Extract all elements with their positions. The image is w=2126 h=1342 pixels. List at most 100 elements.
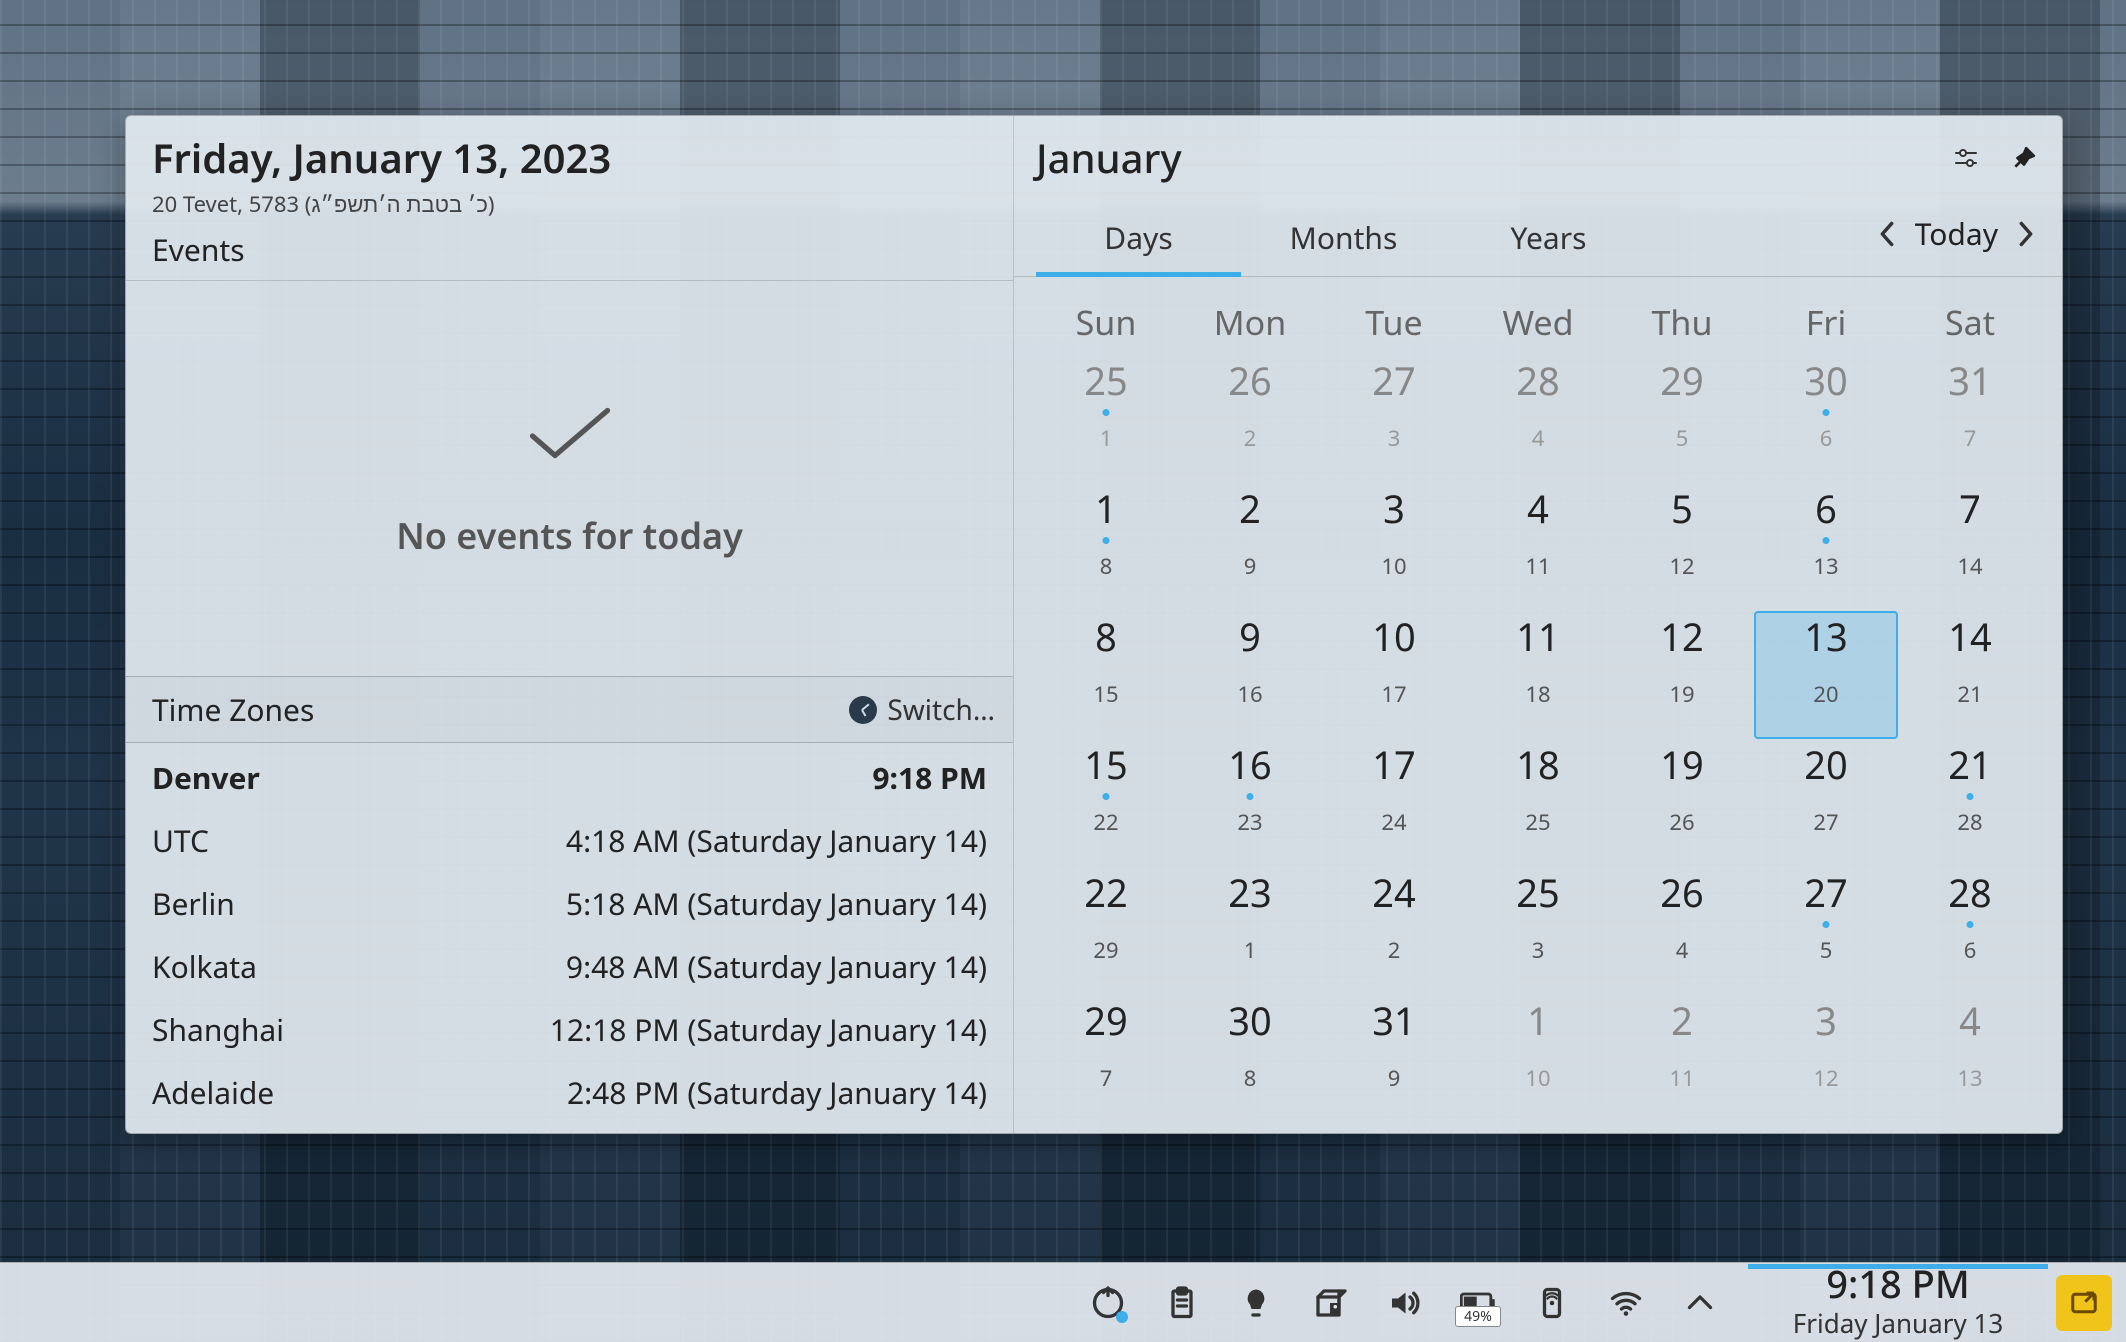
calendar-day[interactable]: 1926 <box>1610 739 1754 867</box>
calendar-day[interactable]: 1017 <box>1322 611 1466 739</box>
calendar-day-number: 1 <box>1095 489 1117 531</box>
calendar-nav: Today <box>1873 213 2040 266</box>
calendar-day-alt: 9 <box>1244 551 1257 581</box>
calendar-day[interactable]: 714 <box>1898 483 2042 611</box>
calendar-day[interactable]: 413 <box>1898 995 2042 1123</box>
calendar-day-alt: 11 <box>1525 551 1550 581</box>
calendar-day[interactable]: 815 <box>1034 611 1178 739</box>
calendar-day[interactable]: 4 11 <box>1466 483 1610 611</box>
taskbar-clock[interactable]: 9:18 PM Friday January 13 <box>1748 1265 2048 1341</box>
calendar-day[interactable]: 2027 <box>1754 739 1898 867</box>
calendar-day-alt: 2 <box>1244 423 1257 453</box>
calendar-day[interactable]: 262 <box>1178 355 1322 483</box>
calendar-day-number: 7 <box>1959 489 1981 531</box>
calendar-day-number: 25 <box>1516 873 1559 915</box>
volume-icon[interactable] <box>1382 1281 1426 1325</box>
calendar-day-number: 4 <box>1527 489 1549 531</box>
wifi-icon[interactable] <box>1604 1281 1648 1325</box>
calendar-day[interactable]: 2128 <box>1898 739 2042 867</box>
dow-header: Fri <box>1754 285 1898 355</box>
calendar-day[interactable]: 275 <box>1754 867 1898 995</box>
timezone-row[interactable]: Shanghai12:18 PM (Saturday January 14) <box>152 1009 987 1050</box>
calendar-day[interactable]: 310 <box>1322 483 1466 611</box>
event-dot-icon <box>1823 921 1830 928</box>
calendar-day[interactable]: 512 <box>1610 483 1754 611</box>
vault-icon[interactable] <box>1308 1281 1352 1325</box>
calendar-day[interactable]: 613 <box>1754 483 1898 611</box>
calendar-day-alt: 12 <box>1813 1063 1838 1093</box>
taskbar: 49% 9:18 PM Friday January 13 <box>0 1262 2126 1342</box>
calendar-header: January <box>1014 116 2062 185</box>
calendar-day-alt: 4 <box>1532 423 1545 453</box>
calendar-day[interactable]: 1522 <box>1034 739 1178 867</box>
calendar-day[interactable]: 1320 <box>1754 611 1898 739</box>
calendar-day[interactable]: 1825 <box>1466 739 1610 867</box>
calendar-day[interactable]: 1219 <box>1610 611 1754 739</box>
calendar-day[interactable]: 308 <box>1178 995 1322 1123</box>
calendar-day[interactable]: 306 <box>1754 355 1898 483</box>
timezone-row[interactable]: UTC4:18 AM (Saturday January 14) <box>152 820 987 861</box>
tab-years[interactable]: Years <box>1446 203 1651 276</box>
kdeconnect-icon[interactable] <box>1530 1281 1574 1325</box>
tab-days[interactable]: Days <box>1036 203 1241 276</box>
timezones-switch-button[interactable]: Switch… <box>849 691 995 729</box>
clipboard-icon[interactable] <box>1160 1281 1204 1325</box>
calendar-day[interactable]: 2229 <box>1034 867 1178 995</box>
calendar-day[interactable]: 297 <box>1034 995 1178 1123</box>
timezone-row[interactable]: Kolkata9:48 AM (Saturday January 14) <box>152 946 987 987</box>
battery-icon[interactable]: 49% <box>1456 1281 1500 1325</box>
calendar-day[interactable]: 284 <box>1466 355 1610 483</box>
timezone-row[interactable]: Berlin5:18 AM (Saturday January 14) <box>152 883 987 924</box>
calendar-day[interactable]: 286 <box>1898 867 2042 995</box>
calendar-day-number: 25 <box>1084 361 1127 403</box>
show-desktop-button[interactable] <box>2056 1275 2112 1331</box>
timezone-city: Kolkata <box>152 946 257 987</box>
event-dot-icon <box>1103 409 1110 416</box>
calendar-day-number: 6 <box>1815 489 1837 531</box>
calendar-day-number: 2 <box>1239 489 1261 531</box>
prev-month-button[interactable] <box>1873 220 1901 248</box>
calendar-day[interactable]: 251 <box>1034 355 1178 483</box>
calendar-day[interactable]: 1623 <box>1178 739 1322 867</box>
calendar-day[interactable]: 916 <box>1178 611 1322 739</box>
next-month-button[interactable] <box>2012 220 2040 248</box>
timezones-heading: Time Zones <box>152 689 314 730</box>
today-button[interactable]: Today <box>1915 213 1998 254</box>
calendar-day[interactable]: 253 <box>1466 867 1610 995</box>
calendar-day[interactable]: 1724 <box>1322 739 1466 867</box>
selected-date-alt: 20 Tevet, 5783 (כ׳ בטבת ה׳תשפ״ג) <box>152 189 987 219</box>
configure-icon[interactable] <box>1950 142 1982 174</box>
tray-expand-icon[interactable] <box>1678 1281 1722 1325</box>
calendar-day[interactable]: 1421 <box>1898 611 2042 739</box>
pin-icon[interactable] <box>2008 142 2040 174</box>
calendar-day[interactable]: 317 <box>1898 355 2042 483</box>
timezone-row[interactable]: Denver9:18 PM <box>152 757 987 798</box>
calendar-day-number: 5 <box>1671 489 1693 531</box>
calendar-day[interactable]: 231 <box>1178 867 1322 995</box>
tab-months[interactable]: Months <box>1241 203 1446 276</box>
calendar-day[interactable]: 273 <box>1322 355 1466 483</box>
calendar-day[interactable]: 264 <box>1610 867 1754 995</box>
calendar-day[interactable]: 110 <box>1466 995 1610 1123</box>
calendar-day[interactable]: 18 <box>1034 483 1178 611</box>
calendar-day-alt: 8 <box>1244 1063 1257 1093</box>
calendar-week: 251262273284295306317 <box>1034 355 2042 483</box>
calendar-day[interactable]: 295 <box>1610 355 1754 483</box>
right-column: January Days Months Years <box>1014 116 2062 1133</box>
selected-date-title: Friday, January 13, 2023 <box>152 130 987 185</box>
updates-icon[interactable] <box>1086 1281 1130 1325</box>
timezone-row[interactable]: Adelaide2:48 PM (Saturday January 14) <box>152 1072 987 1113</box>
dow-header: Tue <box>1322 285 1466 355</box>
timezone-time: 4:18 AM (Saturday January 14) <box>566 820 987 861</box>
calendar-day[interactable]: 29 <box>1178 483 1322 611</box>
calendar-popup: Friday, January 13, 2023 20 Tevet, 5783 … <box>125 115 2063 1134</box>
calendar-day[interactable]: 312 <box>1754 995 1898 1123</box>
calendar-day[interactable]: 319 <box>1322 995 1466 1123</box>
calendar-day[interactable]: 211 <box>1610 995 1754 1123</box>
calendar-day[interactable]: 1118 <box>1466 611 1610 739</box>
calendar-day-alt: 22 <box>1093 807 1118 837</box>
timezone-city: Shanghai <box>152 1009 284 1050</box>
timezone-time: 9:18 PM <box>872 757 987 798</box>
hint-bulb-icon[interactable] <box>1234 1281 1278 1325</box>
calendar-day[interactable]: 242 <box>1322 867 1466 995</box>
